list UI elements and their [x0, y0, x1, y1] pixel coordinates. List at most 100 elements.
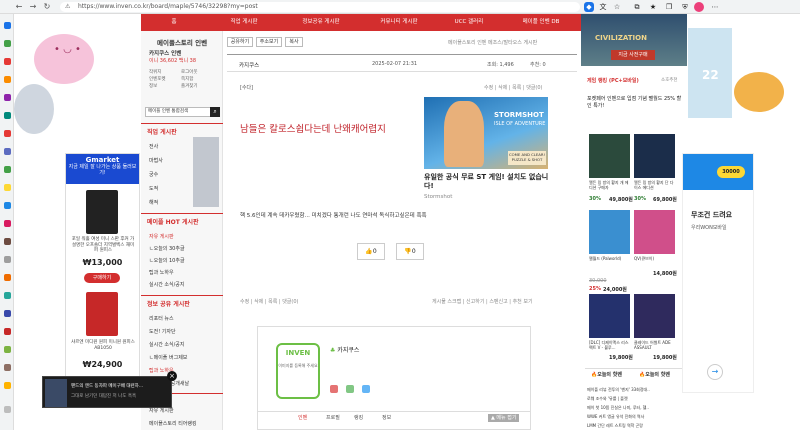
- shop-title[interactable]: 게임 랭킹 (PC+모바일): [587, 77, 639, 84]
- section-hot-board[interactable]: 메이플 HOT 게시판: [147, 217, 199, 226]
- product-1-image[interactable]: [589, 134, 630, 178]
- topnav-community[interactable]: 커뮤니티 게시판: [361, 14, 437, 31]
- address-bar[interactable]: ⚠ https://www.inven.co.kr/board/maple/57…: [60, 2, 580, 12]
- today-item-5[interactable]: LMM 간단 레트 스트링 역학 곤랑: [587, 423, 643, 429]
- favorites-icon[interactable]: ★: [648, 2, 658, 12]
- tab-inven[interactable]: 인벤: [298, 412, 307, 424]
- topnav-job-board[interactable]: 직업 게시판: [207, 14, 281, 31]
- sidebar-app-icon[interactable]: [4, 76, 11, 83]
- sidebar-app-icon[interactable]: [4, 112, 11, 119]
- link-messages[interactable]: 쪽지함: [181, 77, 193, 82]
- product-2-image[interactable]: [634, 134, 675, 178]
- split-icon[interactable]: ⧉: [632, 2, 642, 12]
- post-footer-links[interactable]: 게시물 스크랩 | 신고하기 | 스펜신고 | 추천 보기: [432, 298, 533, 305]
- sidebar-app-icon[interactable]: [4, 166, 11, 173]
- today-item-2[interactable]: 로웨 조수와 '뮤를 | 플렛: [587, 396, 628, 402]
- shield-icon[interactable]: ⛨: [680, 2, 690, 12]
- product-1-name[interactable]: 앨든 링 방의 황지 개 에디션 구매자: [589, 180, 631, 190]
- topnav-home[interactable]: 홈: [141, 14, 207, 31]
- product-4-image[interactable]: [634, 210, 675, 254]
- sidebar-app-icon[interactable]: [4, 238, 11, 245]
- search-icon[interactable]: ⌕: [210, 107, 220, 117]
- profile-image[interactable]: INVEN 이미지를 등록해 주세요: [276, 343, 320, 399]
- section-job-board[interactable]: 직업 게시판: [147, 127, 177, 136]
- info-reporter[interactable]: 리포터 뉴스: [149, 315, 174, 322]
- sidebar-app-icon[interactable]: [4, 346, 11, 353]
- translate-icon[interactable]: 文: [598, 2, 608, 12]
- product-2-name[interactable]: 엘든 링 방의 황지 단 다이스 에디션: [634, 180, 676, 190]
- hot-10[interactable]: ㄴ오늘의 10추글: [149, 257, 185, 264]
- sidebar-search-icon[interactable]: [4, 22, 11, 29]
- sidebar-app-icon[interactable]: [4, 328, 11, 335]
- hot-news[interactable]: 실시간 소식/공지: [149, 281, 184, 288]
- sidebar-app-icon[interactable]: [4, 382, 11, 389]
- extension-icon[interactable]: ◆: [584, 2, 594, 12]
- post-footer-actions[interactable]: 수정 | 삭제 | 목록 | 댓글(0): [240, 298, 298, 305]
- profile-action-icon[interactable]: [362, 385, 370, 393]
- close-icon[interactable]: ×: [167, 371, 177, 381]
- topnav-info-board[interactable]: 정보공유 게시판: [281, 14, 361, 31]
- link-pocket[interactable]: 인벤포켓: [149, 76, 181, 83]
- ad-buy-button[interactable]: 구매하기: [84, 273, 120, 283]
- job-warrior[interactable]: 전사: [149, 143, 158, 150]
- shop-more[interactable]: 소호추천: [661, 77, 678, 83]
- profile-name[interactable]: ♣ 카지쿠스: [330, 345, 359, 354]
- site-info-icon[interactable]: ⚠: [65, 2, 70, 12]
- left-gmarket-ad[interactable]: Gmarket 지금 제일 잘 나가는 상품 둘러보기! 포일 워홀 여성 미니…: [65, 153, 140, 393]
- product-4-name[interactable]: QV(큐브이): [634, 256, 676, 262]
- breadcrumb[interactable]: 메이플스토리 인벤 메조스/말타오스 게시판: [448, 39, 537, 46]
- more-icon[interactable]: ⋯: [710, 2, 720, 12]
- today-tab-2[interactable]: 🔥오늘의 핫벤: [639, 371, 670, 378]
- section-info-board[interactable]: 정보 공유 게시판: [147, 299, 190, 308]
- sidebar-app-icon[interactable]: [4, 184, 11, 191]
- left-nav-title[interactable]: 메이플스토리 인벤: [157, 37, 207, 47]
- reload-icon[interactable]: ↻: [42, 2, 52, 12]
- tab-ranking[interactable]: 랭킹: [354, 412, 363, 424]
- info-bug[interactable]: ㄴ메이플 버그제보: [149, 354, 187, 361]
- product-5-name[interactable]: [DLC] 디제이맥스 리스펙트 V - 블루...: [589, 340, 631, 350]
- today-item-1[interactable]: 메이플 리뷰 전투의 '벤지' 33회정대..: [587, 387, 650, 393]
- profile-action-icon[interactable]: [330, 385, 338, 393]
- stormshot-ad-image[interactable]: STORMSHOT ISLE OF ADVENTURE COME AND CLE…: [424, 97, 548, 169]
- job-mage[interactable]: 마법사: [149, 157, 163, 164]
- upvote-button[interactable]: 👍0: [357, 243, 385, 260]
- link-info[interactable]: 정보: [149, 83, 181, 90]
- sidebar-app-icon[interactable]: [4, 94, 11, 101]
- product-5-image[interactable]: [589, 294, 630, 338]
- forward-icon[interactable]: →: [28, 2, 38, 12]
- product-6-image[interactable]: [634, 294, 675, 338]
- info-news[interactable]: 실시간 소식/공지: [149, 341, 184, 348]
- bookmark-icon[interactable]: ☆: [612, 2, 622, 12]
- sidebar-app-icon[interactable]: [4, 292, 11, 299]
- sidebar-app-icon[interactable]: [4, 148, 11, 155]
- post-author[interactable]: 카지쿠스: [239, 61, 259, 69]
- collapse-menu-button[interactable]: ▲ 메뉴 접기: [488, 414, 520, 422]
- sidebar-app-icon[interactable]: [4, 220, 11, 227]
- link-logout[interactable]: 로그아웃: [181, 70, 198, 75]
- collections-icon[interactable]: ❒: [664, 2, 674, 12]
- far-right-ad[interactable]: 30000 무조건 드려요 우리WON모바일 →: [682, 153, 754, 393]
- copy-button[interactable]: 복사: [285, 37, 303, 47]
- search-input[interactable]: 메이플 인벤 통합검색: [145, 107, 211, 117]
- today-item-3[interactable]: 메이 첫 10쯤 진실은 나미, 루터, 헬..: [587, 405, 649, 411]
- sidebar-settings-icon[interactable]: [4, 406, 11, 413]
- link-favorites[interactable]: 즐겨찾기: [181, 84, 198, 89]
- topnav-db[interactable]: 메이플 인벤 DB: [501, 14, 581, 31]
- downvote-button[interactable]: 👎0: [396, 243, 424, 260]
- tab-profile[interactable]: 프로필: [326, 412, 340, 424]
- post-actions[interactable]: 수정 | 삭제 | 목록 | 댓글(0): [484, 84, 542, 91]
- today-item-4[interactable]: WWE 커트 앵글 유석 진화의 역사: [587, 414, 644, 420]
- share-button[interactable]: 공유하기: [227, 37, 253, 47]
- today-tab-1[interactable]: 🔥오늘의 핫벤: [591, 371, 622, 378]
- right-banner-ad[interactable]: 22: [688, 28, 732, 118]
- floating-video[interactable]: 팬드의 엔드 동자파 메이구배 대련하... 그대로 남기던 대답진 저 나도 …: [42, 376, 172, 408]
- sidebar-app-icon[interactable]: [4, 364, 11, 371]
- job-archer[interactable]: 궁수: [149, 171, 158, 178]
- product-6-name[interactable]: 클레이드 어썰트 ADE ASSAULT: [634, 340, 676, 350]
- copilot-icon[interactable]: [694, 2, 704, 12]
- profile-action-icon[interactable]: [346, 385, 354, 393]
- topnav-ucc[interactable]: UCC 갤러리: [437, 14, 501, 31]
- sidebar-app-icon[interactable]: [4, 40, 11, 47]
- hot-free-board[interactable]: 자유 게시판: [149, 233, 174, 240]
- civ-button[interactable]: 지금 사전구매: [611, 50, 655, 60]
